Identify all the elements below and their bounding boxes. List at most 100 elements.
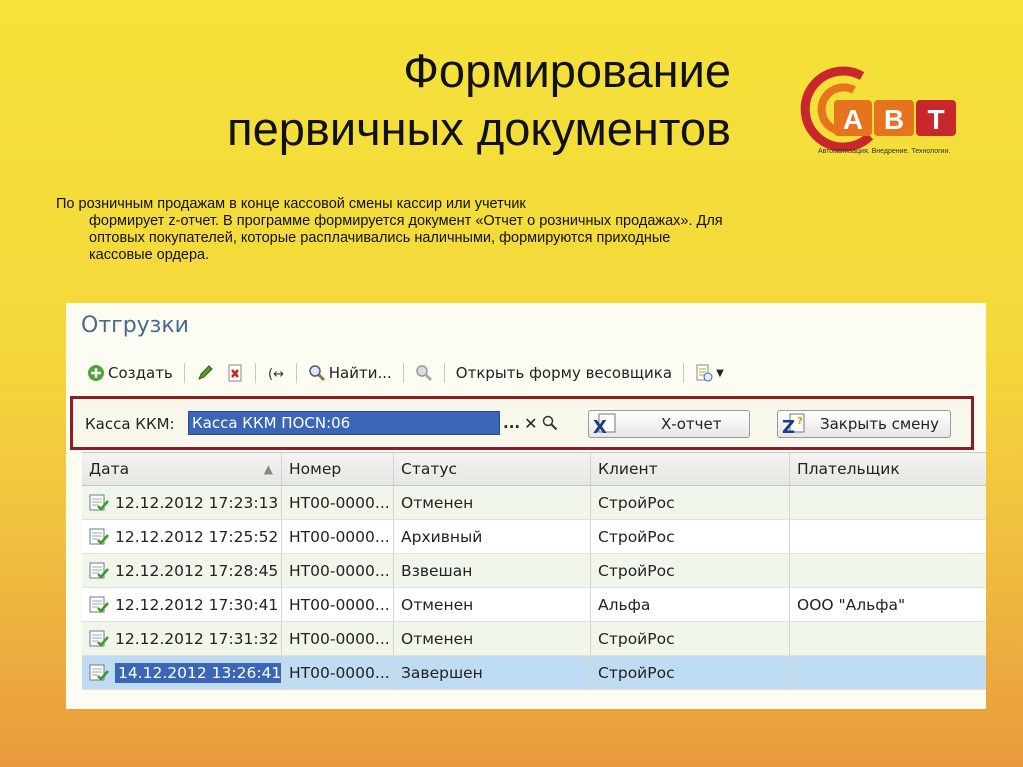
chevron-down-icon: ▼ — [716, 367, 724, 379]
toolbar: Создать (↔) Найти... Открыть форму весов… — [84, 359, 727, 387]
excel-x-icon: X — [593, 413, 616, 435]
row-date: 14.12.2012 13:26:41 — [115, 662, 281, 683]
report-dropdown-button[interactable]: ▼ — [692, 364, 727, 382]
cell-payer — [790, 622, 986, 655]
column-header-client[interactable]: Клиент — [591, 453, 790, 485]
table-row[interactable]: 12.12.2012 17:28:45 НТ00-0000... Взвешан Ст… — [82, 554, 986, 588]
cell-date: 12.12.2012 17:23:13 — [82, 486, 282, 519]
avt-logo: А В Т — [800, 66, 956, 152]
cell-client: СтройРос — [591, 554, 790, 587]
sort-icon: ▲ — [263, 462, 273, 476]
cell-client: СтройРос — [591, 520, 790, 553]
table-row[interactable]: 12.12.2012 17:31:32 НТ00-0000... Отменен Ст… — [82, 622, 986, 656]
row-date: 12.12.2012 17:31:32 — [115, 629, 279, 648]
svg-text:Т: Т — [927, 104, 944, 135]
logo-tagline: Автоматизация. Внедрение. Технологии. — [818, 148, 951, 155]
document-posted-icon — [89, 562, 109, 579]
kkm-input[interactable]: Касса ККМ ПОСN:06 — [188, 411, 500, 435]
table-header: Дата ▲ Номер Статус Клиент Плательщик — [82, 452, 986, 486]
column-header-status[interactable]: Статус — [394, 453, 591, 485]
document-posted-icon — [89, 494, 109, 511]
find-label: Найти... — [328, 364, 392, 382]
column-header-date-label: Дата — [89, 460, 130, 478]
edit-button[interactable] — [193, 364, 217, 382]
cell-date: 12.12.2012 17:31:32 — [82, 622, 282, 655]
create-label: Создать — [108, 364, 173, 382]
cell-client: СтройРос — [591, 486, 790, 519]
paragraph-rest: формирует z-отчет. В программе формирует… — [89, 213, 723, 263]
svg-text:X: X — [593, 417, 607, 435]
cell-status: Отменен — [394, 486, 591, 519]
table-body: 12.12.2012 17:23:13 НТ00-0000... Отменен Ст… — [82, 486, 986, 690]
pencil-icon — [197, 365, 213, 380]
cell-date: 12.12.2012 17:25:52 — [82, 520, 282, 553]
cell-status: Взвешан — [394, 554, 591, 587]
close-shift-button[interactable]: Z? Закрыть смену — [777, 410, 951, 438]
svg-text:В: В — [884, 104, 904, 135]
kkm-field-tools: ... ✕ — [503, 411, 558, 435]
toolbar-divider — [683, 363, 685, 383]
slide-title-line1: Формирование — [403, 44, 731, 97]
table-row[interactable]: 14.12.2012 13:26:41 НТ00-0000... Завершен С… — [82, 656, 986, 690]
column-header-number[interactable]: Номер — [282, 453, 394, 485]
cell-client: СтройРос — [591, 656, 790, 689]
document-posted-icon — [89, 528, 109, 545]
cell-client: Альфа — [591, 588, 790, 621]
magnifier-disabled-icon — [416, 365, 432, 382]
x-report-button[interactable]: X Х-отчет — [588, 410, 750, 438]
cell-number: НТ00-0000... — [282, 554, 394, 587]
open-scale-form-label: Открыть форму весовщика — [455, 364, 673, 382]
toolbar-divider — [443, 363, 445, 383]
cell-number: НТ00-0000... — [282, 486, 394, 519]
select-ellipsis-button[interactable]: ... — [503, 414, 520, 432]
document-posted-icon — [89, 596, 109, 613]
delete-icon — [228, 364, 242, 382]
close-shift-label: Закрыть смену — [820, 415, 940, 433]
table-row[interactable]: 12.12.2012 17:25:52 НТ00-0000... Архивный С… — [82, 520, 986, 554]
link-button[interactable]: (↔) — [264, 364, 288, 382]
cell-date: 14.12.2012 13:26:41 — [82, 656, 282, 689]
row-date: 12.12.2012 17:25:52 — [115, 527, 279, 546]
cell-number: НТ00-0000... — [282, 588, 394, 621]
cell-date: 12.12.2012 17:30:41 — [82, 588, 282, 621]
cell-status: Завершен — [394, 656, 591, 689]
search-icon[interactable] — [542, 415, 558, 431]
link-arrows-icon: (↔) — [268, 367, 285, 382]
find-button[interactable]: Найти... — [305, 364, 395, 382]
svg-text:(↔): (↔) — [268, 367, 285, 382]
window-title: Отгрузки — [81, 313, 189, 338]
cell-payer — [790, 520, 986, 553]
cell-client: СтройРос — [591, 622, 790, 655]
cell-payer — [790, 486, 986, 519]
cell-payer: ООО "Альфа" — [797, 595, 906, 614]
column-header-date[interactable]: Дата ▲ — [82, 453, 282, 485]
document-posted-icon — [89, 630, 109, 647]
svg-text:?: ? — [797, 416, 803, 427]
paragraph-first-line: По розничным продажам в конце кассовой с… — [56, 196, 526, 212]
cell-status: Архивный — [394, 520, 591, 553]
document-posted-icon — [89, 664, 109, 681]
toolbar-divider — [254, 363, 256, 383]
cell-number: НТ00-0000... — [282, 656, 394, 689]
svg-text:Z: Z — [782, 417, 795, 435]
create-button[interactable]: Создать — [84, 364, 176, 382]
magnifier-icon — [309, 365, 325, 382]
delete-button[interactable] — [223, 364, 247, 382]
kkm-filter-bar: Касса ККМ: Касса ККМ ПОСN:06 ... ✕ X Х-о… — [70, 396, 974, 450]
z-report-icon: Z? — [782, 413, 805, 435]
toolbar-divider — [402, 363, 404, 383]
cancel-find-button[interactable] — [412, 364, 436, 382]
kkm-label: Касса ККМ: — [85, 415, 175, 433]
table-row[interactable]: 12.12.2012 17:23:13 НТ00-0000... Отменен Ст… — [82, 486, 986, 520]
table-row[interactable]: 12.12.2012 17:30:41 НТ00-0000... Отменен Ал… — [82, 588, 986, 622]
cell-status: Отменен — [394, 588, 591, 621]
shipments-window: Отгрузки Создать (↔) Найти... Открыть фо… — [66, 303, 986, 709]
slide-paragraph: По розничным продажам в конце кассовой с… — [56, 196, 726, 264]
row-date: 12.12.2012 17:30:41 — [115, 595, 279, 614]
cell-number: НТ00-0000... — [282, 520, 394, 553]
open-scale-form-button[interactable]: Открыть форму весовщика — [453, 364, 675, 382]
clear-icon[interactable]: ✕ — [524, 414, 537, 433]
svg-text:А: А — [843, 104, 863, 135]
column-header-payer[interactable]: Плательщик — [790, 453, 986, 485]
cell-payer — [790, 554, 986, 587]
